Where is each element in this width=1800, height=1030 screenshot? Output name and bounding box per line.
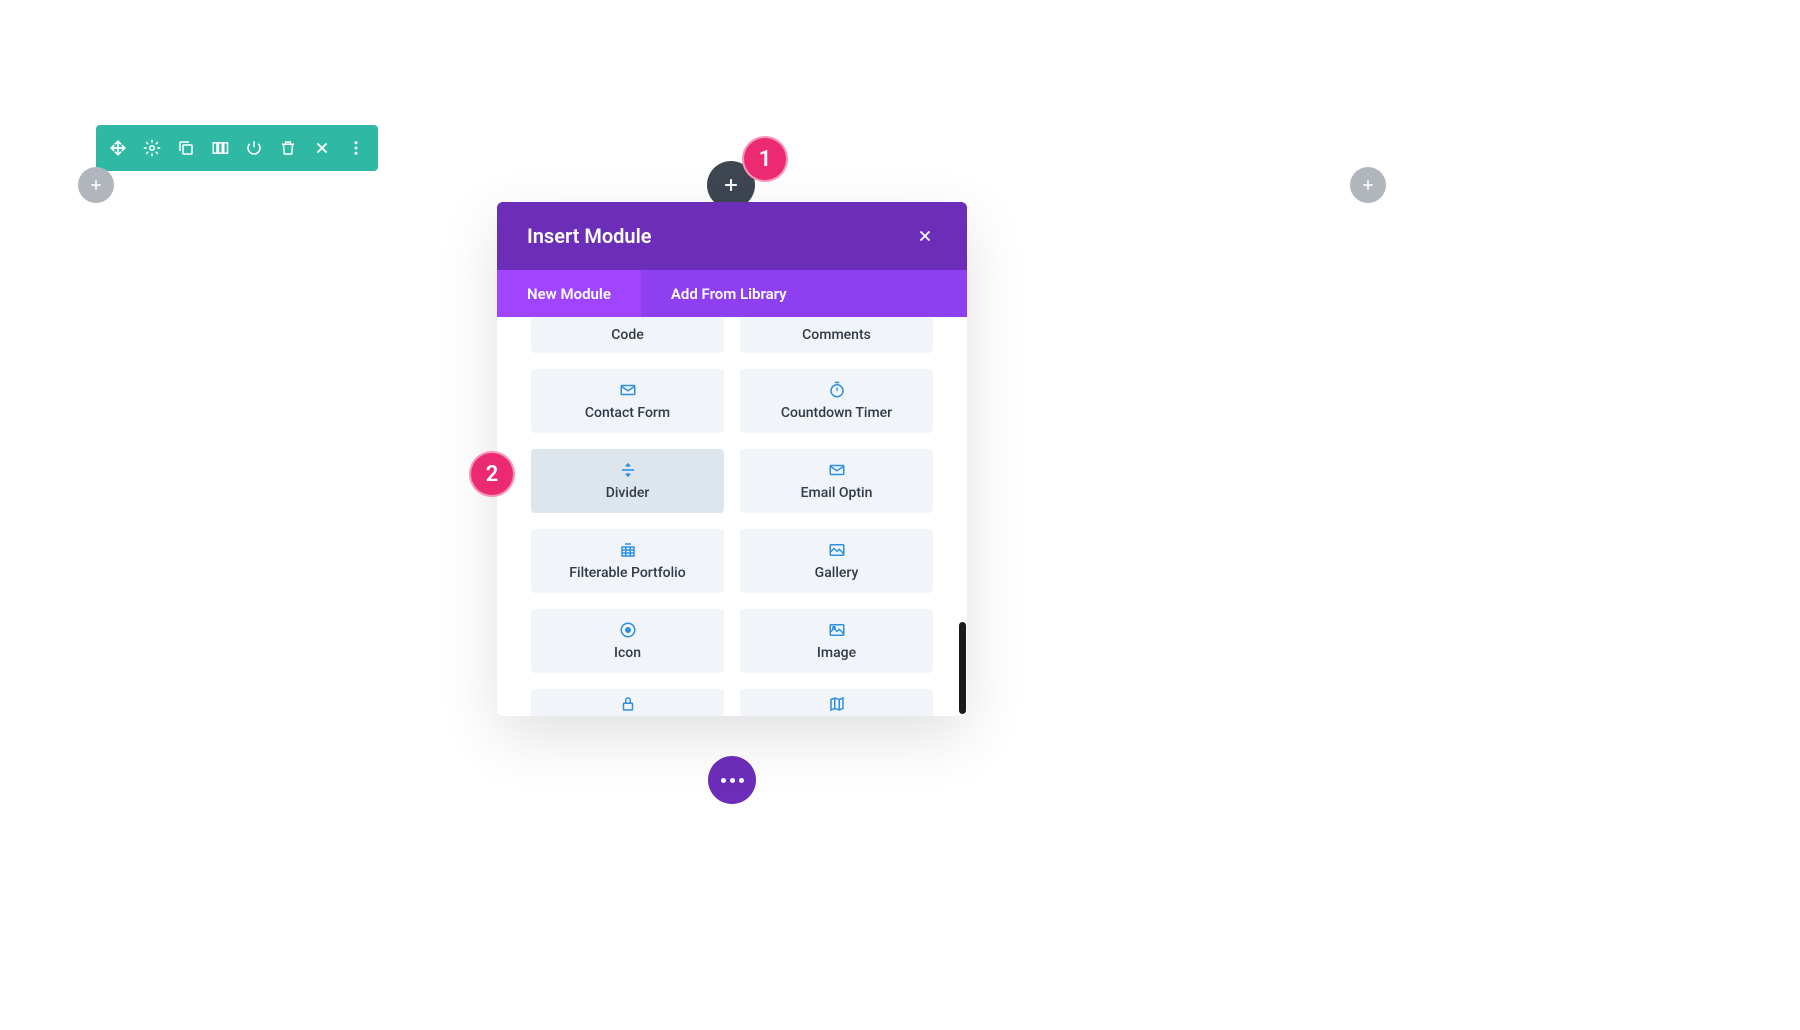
insert-module-modal: Insert Module New Module Add From Librar… (497, 202, 967, 716)
modal-body: Code Comments Contact Form Countdown Tim… (497, 317, 967, 716)
module-countdown-timer[interactable]: Countdown Timer (740, 369, 933, 433)
module-label: Contact Form (585, 405, 670, 421)
step-badge-1: 1 (742, 136, 788, 182)
move-icon[interactable] (104, 134, 132, 162)
modal-tabs: New Module Add From Library (497, 270, 967, 317)
module-item-partial[interactable] (531, 689, 724, 716)
page-settings-button[interactable] (708, 756, 756, 804)
close-icon[interactable] (913, 224, 937, 248)
mail-icon (828, 461, 846, 479)
more-vertical-icon[interactable] (342, 134, 370, 162)
grid-icon (619, 541, 637, 559)
lock-icon (619, 695, 637, 713)
dot-icon (721, 778, 726, 783)
module-label: Image (817, 645, 856, 661)
badge-number: 1 (759, 147, 772, 172)
module-code[interactable]: Code (531, 317, 724, 353)
module-icon[interactable]: Icon (531, 609, 724, 673)
dot-icon (739, 778, 744, 783)
module-label: Filterable Portfolio (569, 565, 685, 581)
star-circle-icon (619, 621, 637, 639)
module-filterable-portfolio[interactable]: Filterable Portfolio (531, 529, 724, 593)
module-item-partial[interactable] (740, 689, 933, 716)
module-label: Code (611, 327, 643, 343)
map-icon (828, 695, 846, 713)
power-icon[interactable] (240, 134, 268, 162)
modal-header: Insert Module (497, 202, 967, 270)
add-module-right-button[interactable] (1350, 167, 1386, 203)
scrollbar-thumb[interactable] (959, 622, 966, 714)
image-icon (828, 541, 846, 559)
module-label: Countdown Timer (781, 405, 892, 421)
badge-number: 2 (486, 462, 499, 487)
module-gallery[interactable]: Gallery (740, 529, 933, 593)
mail-icon (619, 381, 637, 399)
module-label: Divider (606, 485, 650, 501)
dot-icon (730, 778, 735, 783)
close-icon[interactable] (308, 134, 336, 162)
trash-icon[interactable] (274, 134, 302, 162)
add-module-left-button[interactable] (78, 167, 114, 203)
image-icon (828, 621, 846, 639)
divider-icon (619, 461, 637, 479)
row-toolbar (96, 125, 378, 171)
duplicate-icon[interactable] (172, 134, 200, 162)
module-comments[interactable]: Comments (740, 317, 933, 353)
modal-title: Insert Module (527, 224, 652, 248)
module-label: Comments (802, 327, 871, 343)
step-badge-2: 2 (469, 451, 515, 497)
tab-new-module[interactable]: New Module (497, 270, 641, 317)
module-email-optin[interactable]: Email Optin (740, 449, 933, 513)
module-divider[interactable]: Divider (531, 449, 724, 513)
gear-icon[interactable] (138, 134, 166, 162)
module-label: Icon (614, 645, 641, 661)
module-label: Gallery (815, 565, 859, 581)
module-image[interactable]: Image (740, 609, 933, 673)
timer-icon (828, 381, 846, 399)
module-contact-form[interactable]: Contact Form (531, 369, 724, 433)
module-label: Email Optin (801, 485, 873, 501)
columns-icon[interactable] (206, 134, 234, 162)
tab-add-from-library[interactable]: Add From Library (641, 270, 967, 317)
